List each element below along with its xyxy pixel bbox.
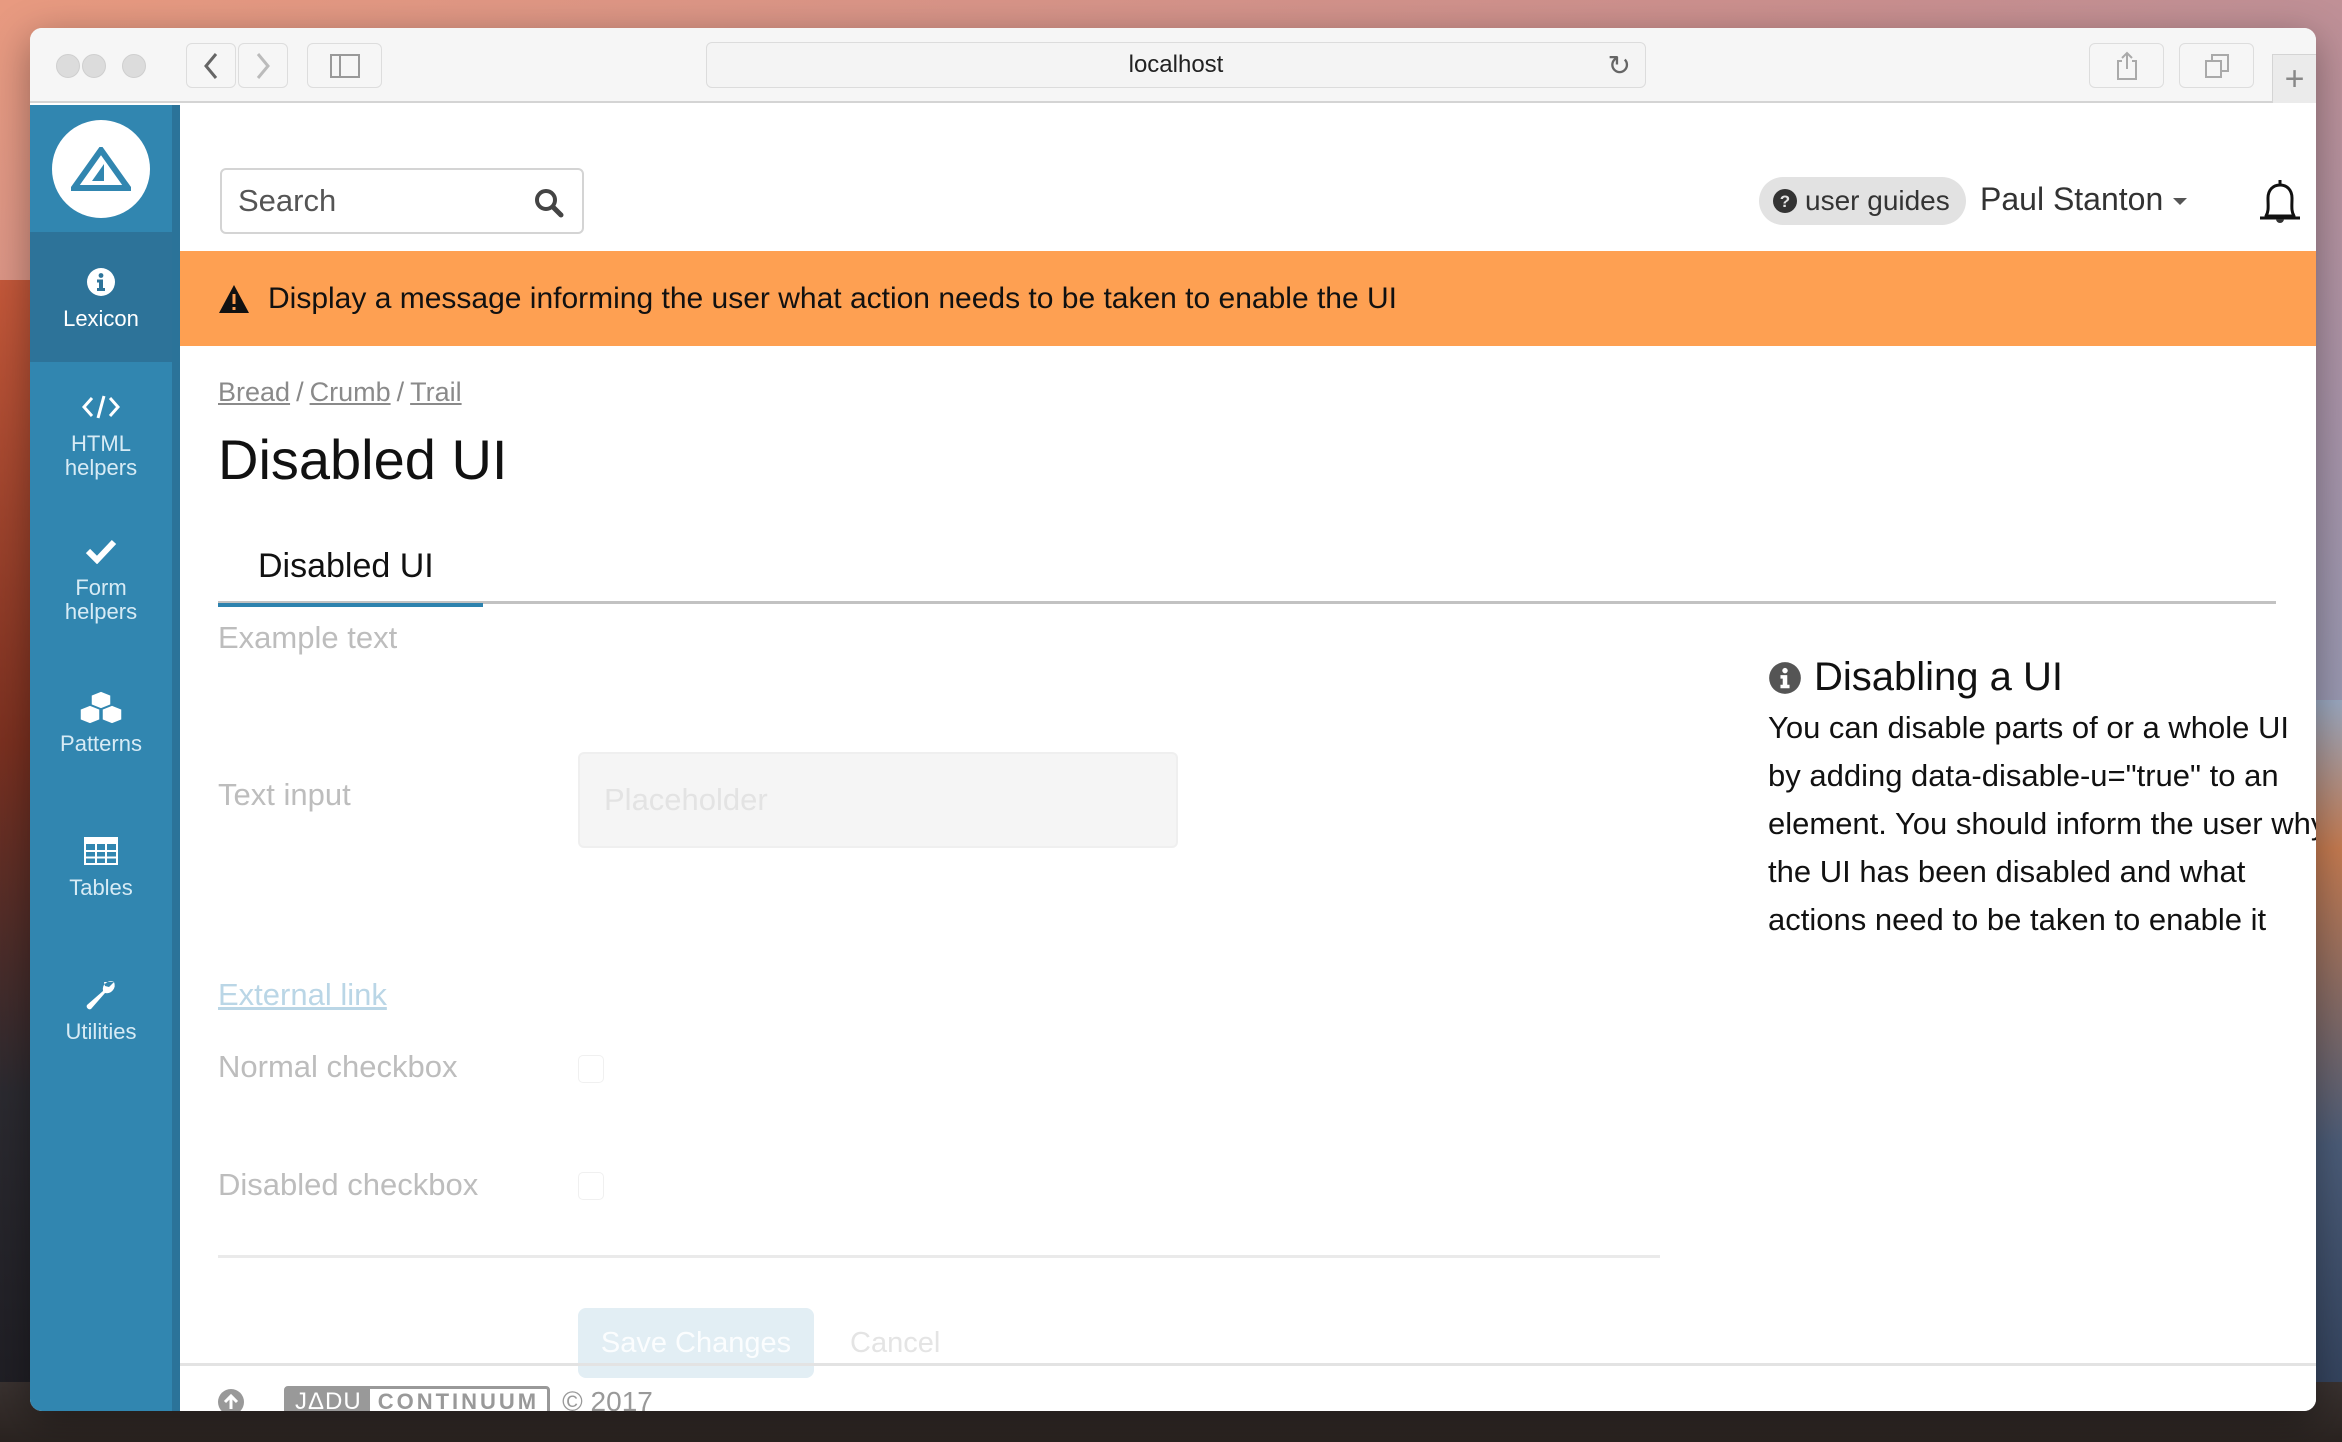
jadu-logo <box>52 119 150 218</box>
user-guides-button[interactable]: ? user guides <box>1759 177 1966 225</box>
user-guides-label: user guides <box>1805 185 1950 216</box>
sidebar-item-label: helpers <box>64 455 138 480</box>
share-button[interactable] <box>2089 43 2164 88</box>
sidebar-item-label: Tables <box>69 875 133 900</box>
sidebar-item-lexicon[interactable]: Lexicon <box>30 232 172 362</box>
tab-bar: Disabled UI <box>218 530 2276 607</box>
breadcrumb-separator: / <box>396 377 405 407</box>
normal-checkbox-label: Normal checkbox <box>218 1049 458 1084</box>
breadcrumb-separator: / <box>296 377 304 407</box>
sidebar: Lexicon HTML helpers Form helpers Patter… <box>30 105 180 1411</box>
breadcrumb-link[interactable]: Bread <box>218 377 290 407</box>
chevron-right-icon <box>256 52 270 79</box>
logo-area[interactable] <box>30 105 172 232</box>
notifications-button[interactable] <box>2256 178 2304 233</box>
search-box[interactable] <box>220 168 584 234</box>
tabs-icon <box>2204 53 2229 78</box>
triangle-logo-icon <box>71 146 131 191</box>
sidebar-item-html-helpers[interactable]: HTML helpers <box>30 362 172 506</box>
normal-checkbox[interactable] <box>578 1055 604 1083</box>
cubes-icon <box>79 688 123 726</box>
disabled-checkbox[interactable] <box>578 1172 604 1200</box>
sidebar-item-label: Utilities <box>65 1019 137 1044</box>
copyright: © 2017 <box>562 1386 653 1411</box>
desktop-background <box>0 280 30 1442</box>
arrow-up-circle-icon[interactable] <box>218 1389 244 1411</box>
main-content: ? user guides Paul Stanton Display a mes… <box>180 105 2316 1411</box>
breadcrumb-link[interactable]: Trail <box>410 377 462 407</box>
footer: JΔDU CONTINUUM © 2017 <box>180 1363 2316 1411</box>
caret-down-icon <box>2173 198 2188 205</box>
maximize-window-button[interactable] <box>122 54 146 78</box>
brand-continuum: CONTINUUM <box>377 1389 540 1411</box>
text-input-label: Text input <box>218 777 351 812</box>
sidebar-item-patterns[interactable]: Patterns <box>30 650 172 794</box>
info-circle-icon <box>1769 661 1801 694</box>
minimize-window-button[interactable] <box>82 54 106 78</box>
search-icon[interactable] <box>534 188 564 223</box>
sidebar-item-label: HTML <box>71 431 131 456</box>
sidebar-item-label: Lexicon <box>63 306 139 331</box>
sidebar-toggle-button[interactable] <box>307 43 382 88</box>
brand-jadu: JΔDU <box>287 1388 370 1411</box>
cancel-button[interactable]: Cancel <box>850 1327 940 1360</box>
browser-window: localhost ↻ + Lexicon HTML helpers Form … <box>30 28 2316 1411</box>
new-tab-button[interactable]: + <box>2272 54 2316 103</box>
sidebar-item-form-helpers[interactable]: Form helpers <box>30 506 172 650</box>
table-icon <box>84 832 118 870</box>
address-bar[interactable]: localhost ↻ <box>706 42 1646 88</box>
sidebar-item-label: Form <box>75 575 127 600</box>
top-header: ? user guides Paul Stanton <box>180 105 2316 234</box>
disabled-checkbox-label: Disabled checkbox <box>218 1167 479 1202</box>
page-title: Disabled UI <box>218 428 508 491</box>
breadcrumb-link[interactable]: Crumb <box>310 377 391 407</box>
share-icon <box>2116 51 2137 80</box>
sidebar-icon <box>329 53 360 78</box>
check-icon <box>84 532 118 570</box>
desktop-background <box>2316 700 2342 1442</box>
banner-message: Display a message informing the user wha… <box>268 281 1397 315</box>
text-input[interactable] <box>578 752 1178 848</box>
user-menu[interactable]: Paul Stanton <box>1980 181 2188 218</box>
external-link[interactable]: External link <box>218 977 387 1013</box>
sidebar-item-label: Patterns <box>60 731 142 756</box>
form-divider <box>218 1255 1660 1258</box>
bell-icon <box>2260 180 2300 223</box>
question-circle-icon: ? <box>1773 189 1797 213</box>
chevron-left-icon <box>204 52 218 79</box>
user-name: Paul Stanton <box>1980 181 2164 217</box>
code-icon <box>82 388 120 426</box>
plus-icon: + <box>2284 59 2305 98</box>
wrench-icon <box>84 976 118 1014</box>
footer-content: JΔDU CONTINUUM © 2017 <box>218 1386 653 1411</box>
info-circle-icon <box>86 263 116 301</box>
back-button[interactable] <box>186 43 236 88</box>
warning-banner: Display a message informing the user wha… <box>180 251 2316 346</box>
forward-button[interactable] <box>238 43 288 88</box>
tab-disabled-ui[interactable]: Disabled UI <box>218 530 483 607</box>
browser-toolbar: localhost ↻ + <box>30 28 2316 103</box>
help-title-text: Disabling a UI <box>1814 655 2064 699</box>
breadcrumb: Bread / Crumb / Trail <box>218 377 462 408</box>
search-input[interactable] <box>238 182 518 220</box>
tabs-overview-button[interactable] <box>2179 43 2254 88</box>
warning-triangle-icon <box>219 284 249 313</box>
help-body: You can disable parts of or a whole UI b… <box>1768 710 2316 937</box>
sidebar-item-tables[interactable]: Tables <box>30 794 172 938</box>
sidebar-item-label: helpers <box>64 599 138 624</box>
jadu-continuum-logo: JΔDU CONTINUUM <box>284 1386 551 1411</box>
sidebar-item-utilities[interactable]: Utilities <box>30 938 172 1082</box>
close-window-button[interactable] <box>56 54 80 78</box>
help-title: Disabling a UI <box>1768 655 2316 700</box>
reload-icon[interactable]: ↻ <box>1608 49 1631 82</box>
svg-text:?: ? <box>1780 192 1790 211</box>
address-text: localhost <box>1128 51 1224 78</box>
help-panel: Disabling a UI You can disable parts of … <box>1768 655 2316 944</box>
example-text: Example text <box>218 620 398 655</box>
